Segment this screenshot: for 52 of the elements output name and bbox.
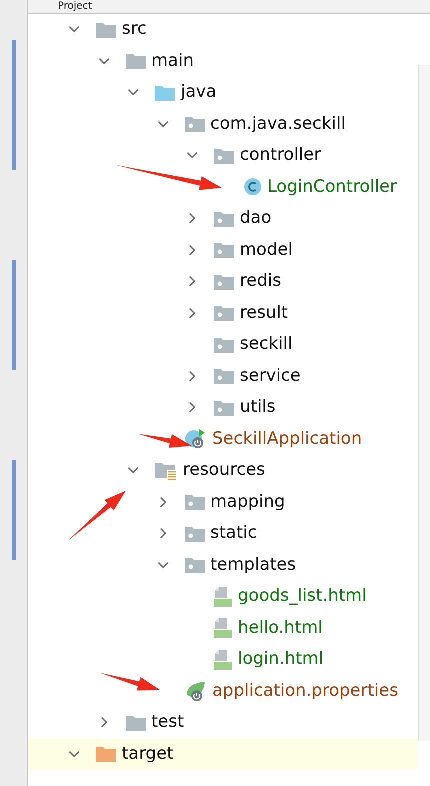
package-folder-icon — [213, 398, 235, 417]
node-label: login.html — [238, 648, 324, 671]
tree-row[interactable]: target — [28, 738, 418, 770]
node-label: resources — [183, 459, 266, 482]
package-folder-icon — [184, 556, 206, 574]
arrow-annotation — [100, 673, 160, 691]
package-folder-icon — [213, 210, 235, 228]
package-folder-icon — [213, 272, 235, 291]
package-folder-icon — [213, 304, 235, 322]
node-label: redis — [240, 270, 282, 293]
node-label: SeckillApplication — [212, 428, 362, 450]
html-file-icon — [213, 648, 233, 671]
arrow-annotation — [68, 491, 126, 541]
package-folder-icon — [213, 241, 235, 260]
node-label: application.properties — [212, 680, 398, 702]
node-label: utils — [240, 396, 276, 419]
html-file-icon — [213, 617, 233, 640]
node-label: dao — [240, 207, 272, 230]
package-folder-icon — [184, 524, 206, 543]
node-label: src — [122, 18, 147, 41]
spring-class-icon — [184, 428, 208, 450]
node-label: controller — [240, 144, 322, 167]
html-file-icon — [213, 586, 233, 608]
node-label: goods_list.html — [238, 585, 367, 608]
node-label: target — [122, 742, 174, 766]
node-label: test — [152, 711, 184, 734]
node-label: model — [240, 238, 293, 262]
package-folder-icon — [213, 336, 235, 354]
node-label: service — [240, 364, 301, 388]
folder-icon — [95, 20, 117, 39]
node-label: hello.html — [238, 616, 323, 640]
node-label: seckill — [240, 333, 293, 356]
folder-icon — [154, 84, 176, 102]
folder-icon — [95, 745, 117, 764]
panel-title: Project — [58, 2, 92, 12]
package-folder-icon — [184, 493, 206, 512]
resources-folder-icon — [154, 460, 178, 481]
arrow-annotation — [138, 434, 192, 448]
package-folder-icon — [213, 367, 235, 386]
node-label: LoginController — [268, 176, 397, 198]
folder-icon — [124, 714, 146, 732]
node-label: templates — [210, 554, 296, 576]
node-label: main — [152, 50, 194, 72]
node-label: java — [181, 81, 217, 104]
package-folder-icon — [184, 115, 206, 134]
node-label: result — [240, 302, 288, 324]
node-label: mapping — [210, 490, 286, 514]
package-folder-icon — [213, 146, 235, 165]
class-icon — [242, 177, 262, 198]
node-label: com.java.seckill — [210, 112, 346, 136]
folder-icon — [124, 52, 146, 70]
node-label: static — [210, 522, 258, 545]
